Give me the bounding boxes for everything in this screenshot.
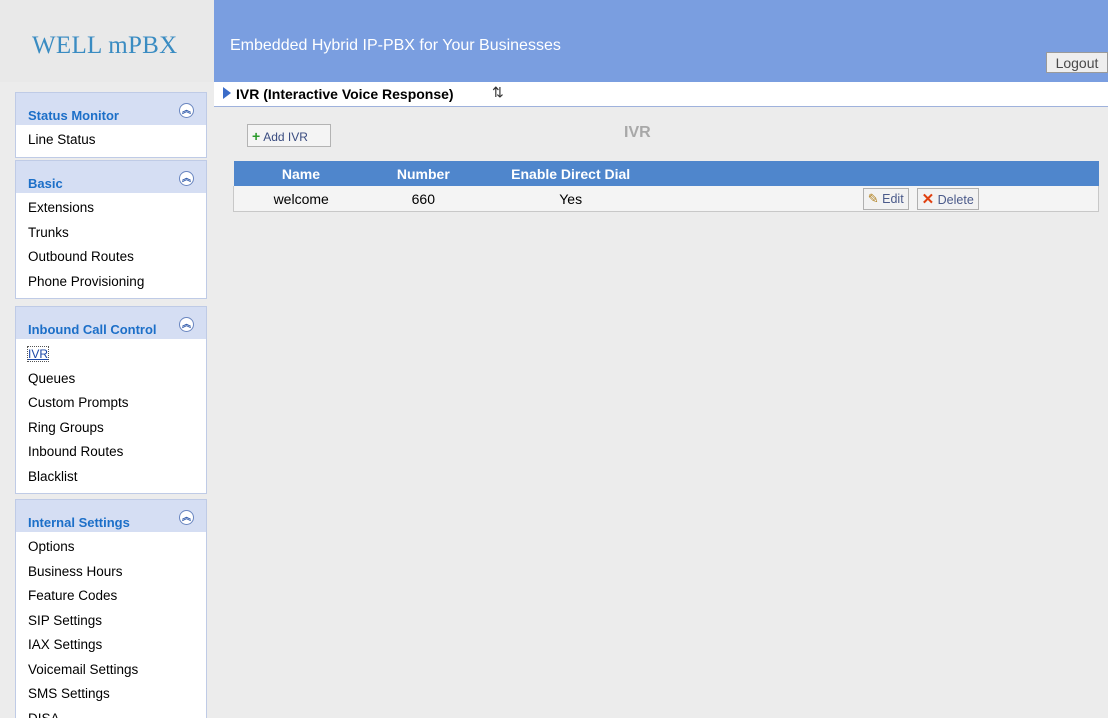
cell-direct-dial: Yes bbox=[478, 186, 664, 212]
sidebar-item-options[interactable]: Options bbox=[16, 535, 206, 560]
sidebar-item-sip-settings[interactable]: SIP Settings bbox=[16, 609, 206, 634]
sidebar-group-header[interactable]: Basic ︽ bbox=[16, 161, 206, 193]
sidebar-group-header[interactable]: Inbound Call Control ︽ bbox=[16, 307, 206, 339]
cell-actions: ✎ Edit ✕ Delete bbox=[862, 186, 1099, 212]
triangle-right-icon bbox=[223, 87, 231, 99]
section-title: IVR bbox=[624, 124, 651, 141]
cell-number: 660 bbox=[368, 186, 479, 212]
sidebar-group-header[interactable]: Internal Settings ︽ bbox=[16, 500, 206, 532]
column-header-actions bbox=[862, 161, 1099, 186]
sidebar-item-voicemail-settings[interactable]: Voicemail Settings bbox=[16, 658, 206, 683]
table-header-row: Name Number Enable Direct Dial bbox=[233, 161, 1099, 186]
sidebar-item-outbound-routes[interactable]: Outbound Routes bbox=[16, 245, 206, 270]
logo: WELL mPBX bbox=[32, 32, 178, 59]
page-title-bar: IVR (Interactive Voice Response) ⇅ bbox=[214, 82, 1108, 107]
column-header-spacer bbox=[663, 161, 863, 186]
refresh-icon[interactable]: ⇅ bbox=[492, 84, 504, 101]
sidebar-group-status-monitor: Status Monitor ︽ Line Status bbox=[15, 92, 207, 158]
sidebar-item-trunks[interactable]: Trunks bbox=[16, 221, 206, 246]
sidebar-item-line-status[interactable]: Line Status bbox=[16, 128, 206, 153]
delete-label: Delete bbox=[937, 192, 974, 207]
sidebar-group-title: Status Monitor bbox=[28, 108, 119, 123]
collapse-icon[interactable]: ︽ bbox=[179, 510, 194, 525]
table-row: welcome 660 Yes ✎ Edit ✕ Delete bbox=[233, 186, 1099, 212]
sidebar-group-internal-settings: Internal Settings ︽ Options Business Hou… bbox=[15, 499, 207, 718]
add-ivr-button[interactable]: + Add IVR bbox=[247, 124, 331, 147]
sidebar-group-basic: Basic ︽ Extensions Trunks Outbound Route… bbox=[15, 160, 207, 299]
main-content: IVR (Interactive Voice Response) ⇅ + Add … bbox=[214, 82, 1108, 718]
ivr-table: Name Number Enable Direct Dial welcome 6… bbox=[233, 161, 1099, 212]
sidebar-item-inbound-routes[interactable]: Inbound Routes bbox=[16, 440, 206, 465]
sidebar-item-custom-prompts[interactable]: Custom Prompts bbox=[16, 391, 206, 416]
edit-icon: ✎ bbox=[867, 190, 879, 206]
sidebar-item-extensions[interactable]: Extensions bbox=[16, 196, 206, 221]
sidebar-item-sms-settings[interactable]: SMS Settings bbox=[16, 682, 206, 707]
sidebar: Status Monitor ︽ Line Status Basic ︽ Ext… bbox=[0, 82, 214, 718]
sidebar-group-title: Inbound Call Control bbox=[28, 322, 157, 337]
sidebar-group-title: Internal Settings bbox=[28, 515, 130, 530]
collapse-icon[interactable]: ︽ bbox=[179, 171, 194, 186]
sidebar-item-iax-settings[interactable]: IAX Settings bbox=[16, 633, 206, 658]
plus-icon: + bbox=[252, 127, 261, 144]
header-banner: Embedded Hybrid IP-PBX for Your Business… bbox=[214, 0, 1108, 82]
sidebar-item-feature-codes[interactable]: Feature Codes bbox=[16, 584, 206, 609]
collapse-icon[interactable]: ︽ bbox=[179, 317, 194, 332]
collapse-icon[interactable]: ︽ bbox=[179, 103, 194, 118]
page-title: IVR (Interactive Voice Response) bbox=[236, 86, 454, 102]
sidebar-group-inbound-call-control: Inbound Call Control ︽ IVR Queues Custom… bbox=[15, 306, 207, 494]
logo-area: WELL mPBX bbox=[0, 0, 214, 83]
sidebar-item-phone-provisioning[interactable]: Phone Provisioning bbox=[16, 270, 206, 295]
sidebar-item-ring-groups[interactable]: Ring Groups bbox=[16, 416, 206, 441]
sidebar-group-title: Basic bbox=[28, 176, 63, 191]
edit-label: Edit bbox=[882, 191, 904, 206]
edit-button[interactable]: ✎ Edit bbox=[862, 187, 909, 210]
delete-icon: ✕ bbox=[921, 190, 935, 208]
sidebar-item-business-hours[interactable]: Business Hours bbox=[16, 560, 206, 585]
sidebar-group-header[interactable]: Status Monitor ︽ bbox=[16, 93, 206, 125]
column-header-number: Number bbox=[368, 161, 479, 186]
add-ivr-label: Add IVR bbox=[263, 129, 308, 144]
cell-name: welcome bbox=[233, 186, 369, 212]
sidebar-item-ivr[interactable]: IVR bbox=[16, 342, 206, 367]
sidebar-item-queues[interactable]: Queues bbox=[16, 367, 206, 392]
sidebar-item-blacklist[interactable]: Blacklist bbox=[16, 465, 206, 490]
sidebar-item-label: IVR bbox=[26, 346, 50, 362]
sidebar-item-disa[interactable]: DISA bbox=[16, 707, 206, 718]
column-header-direct-dial: Enable Direct Dial bbox=[478, 161, 664, 186]
column-header-name: Name bbox=[233, 161, 369, 186]
logout-button[interactable]: Logout bbox=[1046, 52, 1108, 73]
delete-button[interactable]: ✕ Delete bbox=[916, 187, 979, 210]
cell-spacer bbox=[663, 186, 863, 212]
tagline: Embedded Hybrid IP-PBX for Your Business… bbox=[230, 37, 561, 54]
